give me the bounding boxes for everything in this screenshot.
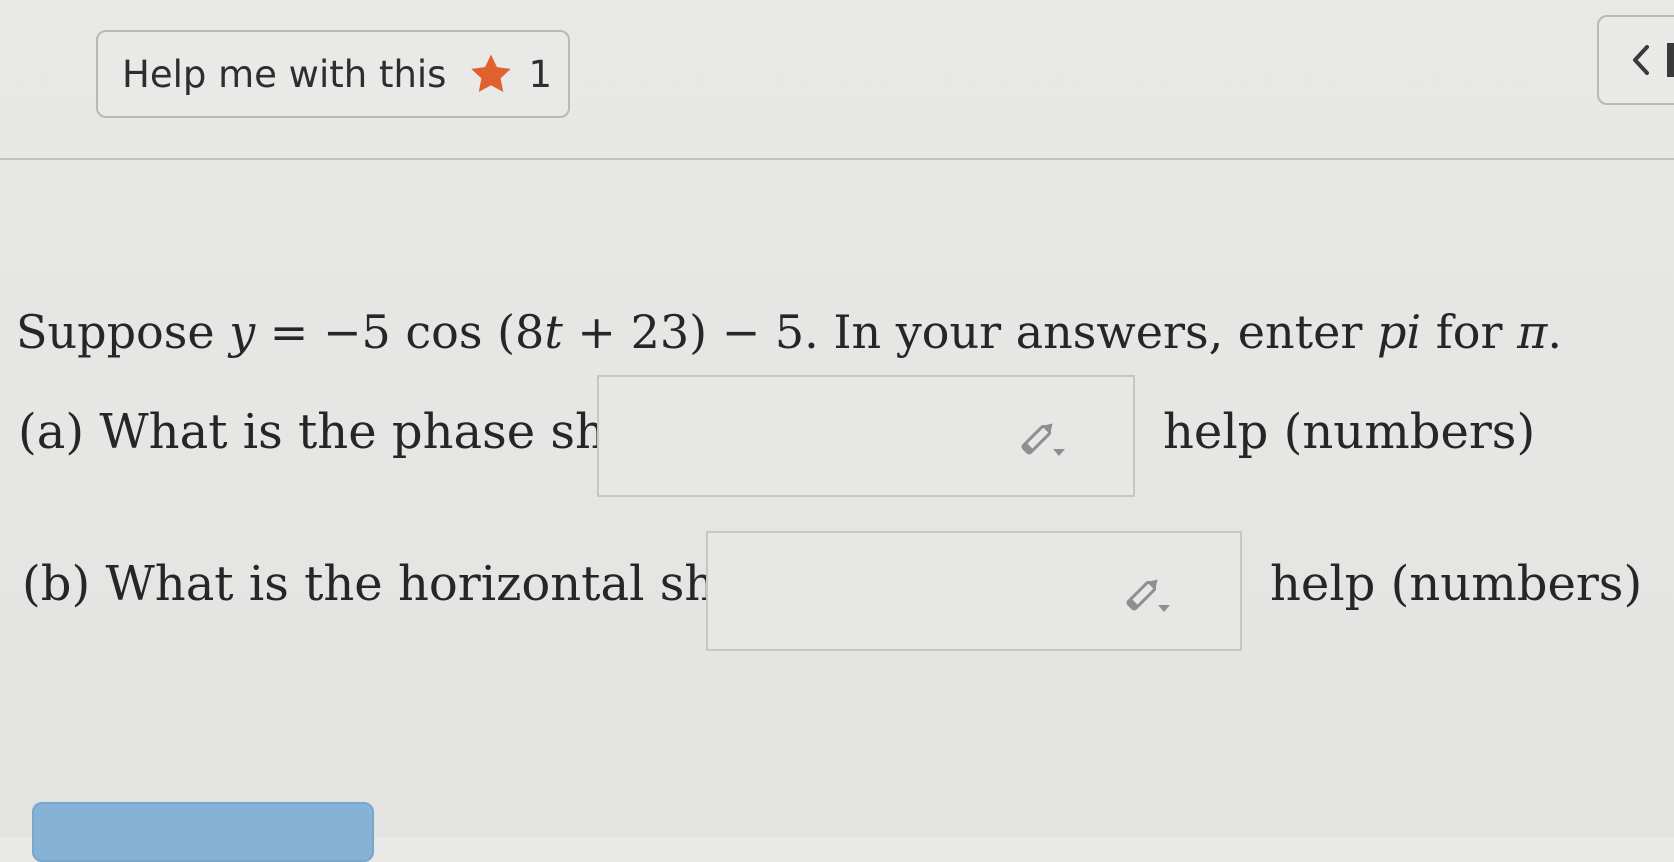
header-divider	[0, 158, 1674, 160]
star-count: 1	[528, 52, 553, 96]
star-icon	[471, 54, 512, 93]
horizontal-shift-input[interactable]	[706, 531, 1242, 651]
pencil-icon[interactable]	[1122, 573, 1178, 617]
chevron-left-icon	[1633, 45, 1649, 75]
cut-off-label-fragment	[1667, 43, 1674, 77]
pencil-icon[interactable]	[1017, 417, 1073, 461]
help-numbers-link-b[interactable]: help (numbers)	[1270, 556, 1642, 612]
part-b-question: (b) What is the horizontal shift?	[22, 556, 794, 612]
help-me-button[interactable]: Help me with this 1	[96, 30, 570, 118]
problem-statement: Suppose y = −5 cos (8t + 23) − 5. In you…	[16, 305, 1562, 359]
phase-shift-input[interactable]	[597, 375, 1135, 497]
part-a-question: (a) What is the phase shift?	[18, 404, 685, 460]
help-me-label: Help me with this	[122, 52, 447, 96]
submit-button[interactable]	[32, 802, 374, 862]
help-numbers-link-a[interactable]: help (numbers)	[1163, 404, 1535, 460]
previous-button[interactable]	[1597, 15, 1674, 105]
